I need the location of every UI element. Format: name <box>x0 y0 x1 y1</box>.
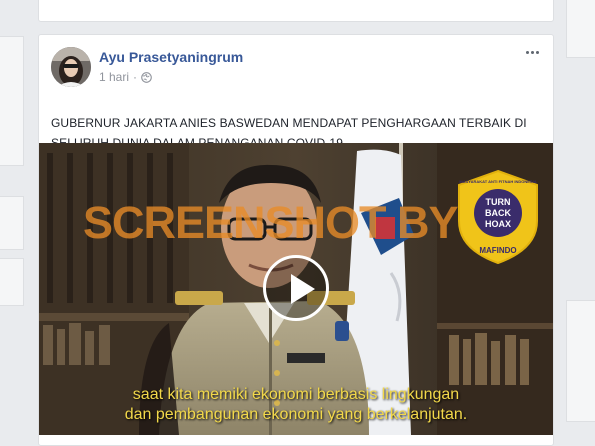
right-panel-box <box>566 0 595 58</box>
turnbackhoax-badge: TURN BACK HOAX MAFINDO MASYARAKAT ANTI F… <box>458 169 538 265</box>
left-panel-box <box>0 258 24 306</box>
avatar-image <box>51 47 91 87</box>
left-panel-box <box>0 36 24 166</box>
right-column <box>566 0 595 438</box>
post-timestamp[interactable]: 1 hari <box>99 70 129 84</box>
separator-dot: · <box>133 70 138 84</box>
more-horizontal-icon[interactable] <box>521 45 543 59</box>
badge-ring-text: MASYARAKAT ANTI FITNAH INDONESIA <box>459 179 536 184</box>
video-subtitle-line-1: saat kita memiki ekonomi berbasis lingku… <box>132 386 460 403</box>
globe-icon[interactable] <box>141 71 152 83</box>
left-panel-box <box>0 196 24 250</box>
badge-bottom-text: MAFINDO <box>479 246 516 255</box>
watermark-text: SCREENSHOT BY <box>83 197 459 248</box>
post-meta: 1 hari · <box>99 70 152 84</box>
video-subtitle-line-2: dan pembangunan ekonomi yang berkelanjut… <box>124 406 468 423</box>
right-panel-box <box>566 300 595 422</box>
play-icon[interactable] <box>263 255 329 321</box>
post-author[interactable]: Ayu Prasetyaningrum <box>99 49 243 65</box>
badge-line-2: BACK <box>485 208 511 218</box>
avatar[interactable] <box>51 47 91 87</box>
badge-line-1: TURN <box>486 197 511 207</box>
left-column <box>0 0 24 438</box>
badge-line-3: HOAX <box>485 219 511 229</box>
previous-post-card <box>38 0 554 22</box>
feed-post: Ayu Prasetyaningrum 1 hari · GUBERNUR JA… <box>38 34 554 446</box>
video-player[interactable]: SCREENSHOT BY TURN BACK HOAX MAFINDO MAS… <box>39 143 553 435</box>
